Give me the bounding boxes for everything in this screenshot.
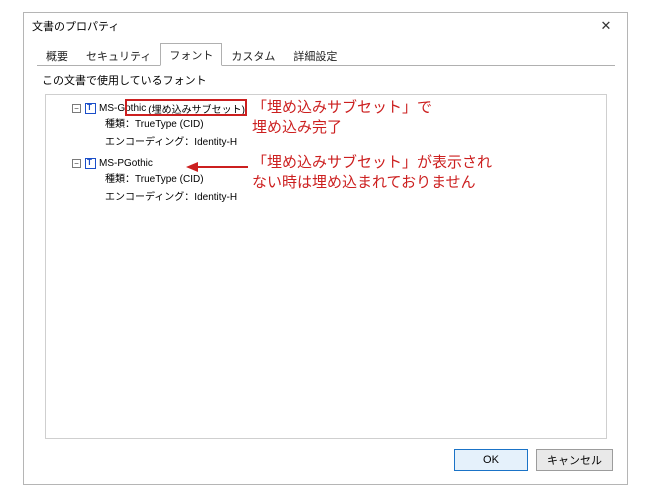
tab-overview[interactable]: 概要 — [37, 44, 77, 66]
font-name-label: MS-Gothic — [99, 103, 146, 114]
dialog-button-row: OK キャンセル — [24, 449, 627, 483]
cancel-button[interactable]: キャンセル — [536, 449, 613, 471]
ok-button[interactable]: OK — [454, 449, 528, 471]
titlebar: 文書のプロパティ ✕ — [24, 13, 627, 39]
font-encoding-label: エンコーディング：Identity-H — [105, 189, 602, 207]
font-type-label: 種類：TrueType (CID) — [105, 171, 602, 189]
truetype-icon — [85, 158, 96, 169]
tab-security[interactable]: セキュリティ — [77, 44, 160, 66]
font-type-label: 種類：TrueType (CID) — [105, 116, 602, 134]
font-encoding-label: エンコーディング：Identity-H — [105, 134, 602, 152]
font-item-ms-gothic[interactable]: − MS-Gothic (埋め込みサブセット) — [72, 101, 602, 116]
tab-custom[interactable]: カスタム — [222, 44, 284, 66]
close-button[interactable]: ✕ — [593, 16, 619, 36]
truetype-icon — [85, 103, 96, 114]
tree-toggle-icon[interactable]: − — [72, 159, 81, 168]
document-properties-dialog: 文書のプロパティ ✕ 概要 セキュリティ フォント カスタム 詳細設定 この文書… — [23, 12, 628, 485]
font-group-label: この文書で使用しているフォント — [42, 72, 615, 88]
font-item-ms-pgothic[interactable]: − MS-PGothic — [72, 156, 602, 171]
font-name-label: MS-PGothic — [99, 158, 153, 169]
tab-advanced[interactable]: 詳細設定 — [284, 44, 346, 66]
tab-strip: 概要 セキュリティ フォント カスタム 詳細設定 — [37, 45, 627, 65]
close-icon: ✕ — [601, 18, 612, 34]
tab-fonts[interactable]: フォント — [160, 43, 222, 66]
font-listbox[interactable]: − MS-Gothic (埋め込みサブセット) 種類：TrueType (CID… — [45, 94, 607, 439]
dialog-title: 文書のプロパティ — [32, 18, 593, 34]
fonts-tab-panel: この文書で使用しているフォント − MS-Gothic (埋め込みサブセット) … — [37, 65, 615, 439]
tree-toggle-icon[interactable]: − — [72, 104, 81, 113]
embed-subset-label: (埋め込みサブセット) — [148, 101, 245, 116]
